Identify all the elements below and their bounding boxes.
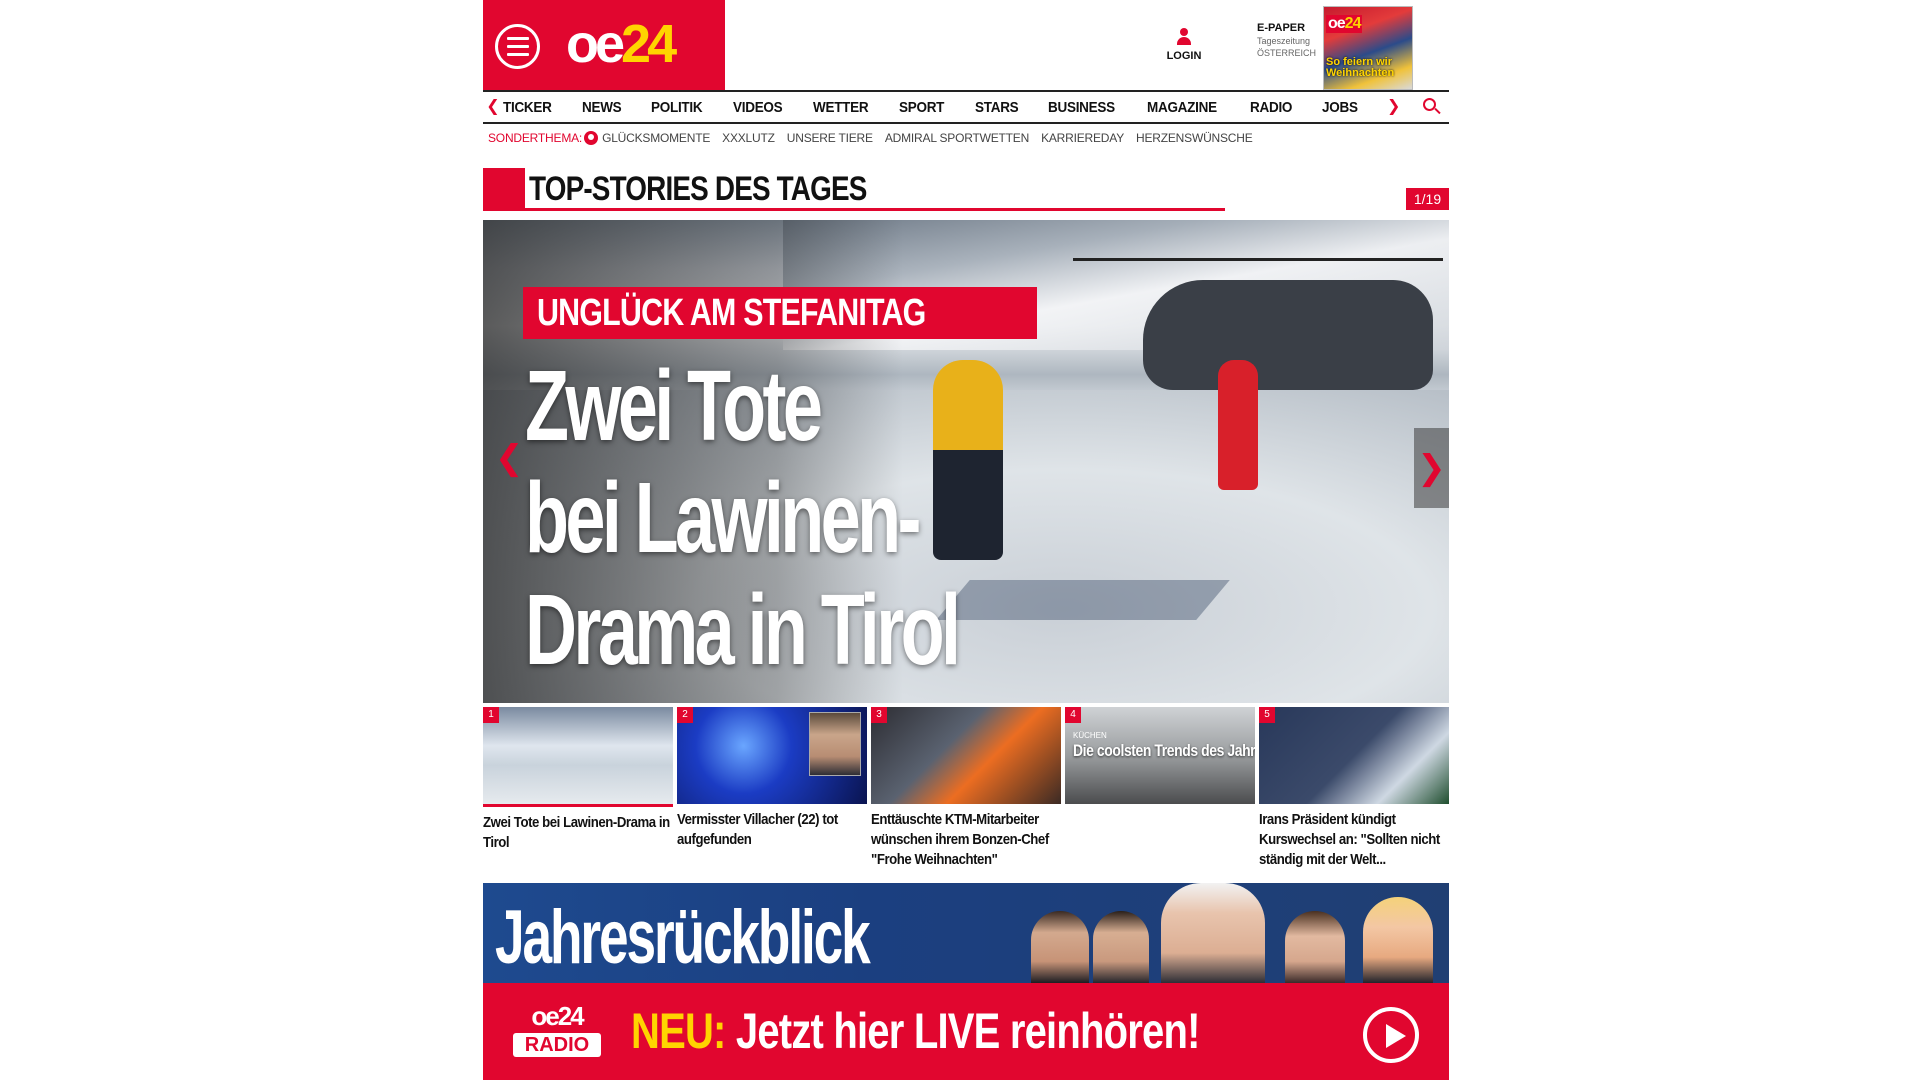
thumb-story[interactable]: 3 Enttäuschte KTM-Mitarbeiter wünschen i… <box>871 707 1061 870</box>
banner-title: Jahresrückblick <box>495 895 871 980</box>
special-topic-icon <box>584 131 599 145</box>
nav-item-politik[interactable]: POLITIK <box>651 99 703 116</box>
active-indicator <box>483 804 673 807</box>
hero-headline-line: Drama in Tirol <box>525 574 961 686</box>
thumb-title: Enttäuschte KTM-Mitarbeiter wünschen ihr… <box>871 811 1049 868</box>
page: oe24 LOGIN E-PAPER Tageszeitung ÖSTERREI… <box>483 0 1449 1080</box>
banner-face-photo <box>1031 911 1089 983</box>
thumb-image: 3 <box>871 707 1061 804</box>
hero-headline[interactable]: Zwei Tote bei Lawinen- Drama in Tirol <box>525 350 1125 686</box>
thumb-overlay-text: Die coolsten Trends des Jahres <box>1073 741 1255 760</box>
thumb-overlay-category: KÜCHEN <box>1073 731 1107 740</box>
thumb-image: 4 KÜCHEN Die coolsten Trends des Jahres <box>1065 707 1255 804</box>
banner-face-photo <box>1363 897 1433 983</box>
thumb-number: 3 <box>871 707 887 723</box>
thumb-number: 4 <box>1065 707 1081 723</box>
epaper-subtitle: Tageszeitung <box>1257 36 1311 46</box>
cta-text: Jetzt hier LIVE reinhören! <box>735 1003 1201 1059</box>
radio-logo-sub: RADIO <box>513 1033 601 1057</box>
hero-kicker: UNGLÜCK AM STEFANITAG <box>523 287 1037 339</box>
user-icon <box>1176 28 1192 46</box>
radio-banner[interactable]: Jahresrückblick oe24 RADIO NEU: Jetzt hi… <box>483 883 1449 1080</box>
special-item-unsere-tiere[interactable]: UNSERE TIERE <box>787 131 873 145</box>
main-nav: ❮ TICKER NEWS POLITIK VIDEOS WETTER SPOR… <box>483 90 1449 124</box>
special-item-gluecksmomente[interactable]: GLÜCKSMOMENTE <box>602 131 710 145</box>
nav-item-videos[interactable]: VIDEOS <box>733 99 783 116</box>
epaper-cover-image[interactable]: oe24 So feiern wir Weihnachten <box>1323 6 1413 90</box>
thumb-number: 1 <box>483 707 499 723</box>
thumb-image: 5 <box>1259 707 1449 804</box>
nav-item-ticker[interactable]: TICKER <box>503 99 552 116</box>
banner-top: Jahresrückblick <box>483 883 1449 983</box>
site-header: oe24 LOGIN E-PAPER Tageszeitung ÖSTERREI… <box>483 0 1449 90</box>
section-heading: TOP-STORIES DES TAGES 1/19 <box>483 168 1449 211</box>
thumb-title: Irans Präsident kündigt Kurswechsel an: … <box>1259 811 1440 868</box>
site-logo[interactable]: oe24 <box>566 14 677 74</box>
thumb-title: Vermisster Villacher (22) tot aufgefunde… <box>677 811 838 848</box>
thumb-image: 1 <box>483 707 673 804</box>
thumb-number: 2 <box>677 707 693 723</box>
thumb-image: 2 <box>677 707 867 804</box>
hero-headline-line: Zwei Tote <box>525 350 823 462</box>
thumb-story[interactable]: 5 Irans Präsident kündigt Kurswechsel an… <box>1259 707 1449 870</box>
cover-headline: So feiern wir Weihnachten <box>1326 56 1395 79</box>
thumb-story[interactable]: 1 Zwei Tote bei Lawinen-Drama in Tirol <box>483 707 673 870</box>
special-label: SONDERTHEMA: <box>488 131 583 145</box>
special-topics-bar: SONDERTHEMA: GLÜCKSMOMENTE XXXLUTZ UNSER… <box>488 128 1265 148</box>
special-item-herzenswuensche[interactable]: HERZENSWÜNSCHE <box>1136 131 1253 145</box>
nav-items: TICKER NEWS POLITIK VIDEOS WETTER SPORT … <box>503 92 1386 122</box>
login-label: LOGIN <box>1166 50 1202 62</box>
banner-bottom: oe24 RADIO NEU: Jetzt hier LIVE reinhöre… <box>483 983 1449 1080</box>
nav-item-wetter[interactable]: WETTER <box>813 99 869 116</box>
thumb-title: Zwei Tote bei Lawinen-Drama in Tirol <box>483 814 670 851</box>
play-icon[interactable] <box>1363 1007 1419 1063</box>
nav-item-business[interactable]: BUSINESS <box>1048 99 1115 116</box>
nav-item-jobs[interactable]: JOBS <box>1322 99 1358 116</box>
banner-face-photo <box>1285 911 1345 983</box>
menu-icon[interactable] <box>495 24 540 69</box>
nav-item-news[interactable]: NEWS <box>582 99 622 116</box>
thumb-story[interactable]: 4 KÜCHEN Die coolsten Trends des Jahres <box>1065 707 1255 870</box>
slide-counter: 1/19 <box>1406 188 1449 210</box>
special-item-admiral[interactable]: ADMIRAL SPORTWETTEN <box>885 131 1029 145</box>
story-thumbnails: 1 Zwei Tote bei Lawinen-Drama in Tirol 2… <box>483 707 1449 870</box>
epaper-title: E-PAPER <box>1257 22 1306 34</box>
helicopter-rotor <box>1073 258 1443 261</box>
banner-cta: NEU: Jetzt hier LIVE reinhören! <box>631 1001 1200 1061</box>
nav-item-sport[interactable]: SPORT <box>899 99 944 116</box>
nav-prev-icon[interactable]: ❮ <box>483 92 503 122</box>
epaper-subtitle-2: ÖSTERREICH <box>1257 48 1317 58</box>
logo-box: oe24 <box>483 0 725 90</box>
paramedic-figure <box>1218 360 1258 490</box>
login-button[interactable]: LOGIN <box>1166 28 1202 62</box>
helicopter-image <box>1143 280 1433 390</box>
radio-logo-main: oe24 <box>531 1001 584 1031</box>
thumb-number: 5 <box>1259 707 1275 723</box>
cta-neu: NEU: <box>631 1003 726 1059</box>
special-item-karriereday[interactable]: KARRIEREDAY <box>1041 131 1124 145</box>
cover-logo: oe24 <box>1326 15 1363 33</box>
radio-logo: oe24 RADIO <box>511 1001 603 1063</box>
hero-slide[interactable]: UNGLÜCK AM STEFANITAG Zwei Tote bei Lawi… <box>483 220 1449 703</box>
banner-face-photo <box>1161 883 1265 983</box>
nav-item-stars[interactable]: STARS <box>975 99 1019 116</box>
hero-headline-line: bei Lawinen- <box>525 462 921 574</box>
section-accent-block <box>483 168 525 211</box>
portrait-photo <box>809 712 861 776</box>
nav-next-icon[interactable]: ❯ <box>1387 92 1400 122</box>
special-item-xxxlutz[interactable]: XXXLUTZ <box>722 131 775 145</box>
thumb-story[interactable]: 2 Vermisster Villacher (22) tot aufgefun… <box>677 707 867 870</box>
section-underline <box>525 208 1225 211</box>
nav-item-magazine[interactable]: MAGAZINE <box>1147 99 1217 116</box>
search-icon[interactable] <box>1423 98 1441 116</box>
epaper-link[interactable]: E-PAPER Tageszeitung ÖSTERREICH <box>1257 22 1317 59</box>
chevron-left-icon[interactable]: ❮ <box>495 438 524 478</box>
section-title: TOP-STORIES DES TAGES <box>529 170 867 208</box>
chevron-right-icon[interactable]: ❯ <box>1414 428 1449 508</box>
banner-face-photo <box>1093 911 1149 983</box>
nav-item-radio[interactable]: RADIO <box>1250 99 1292 116</box>
